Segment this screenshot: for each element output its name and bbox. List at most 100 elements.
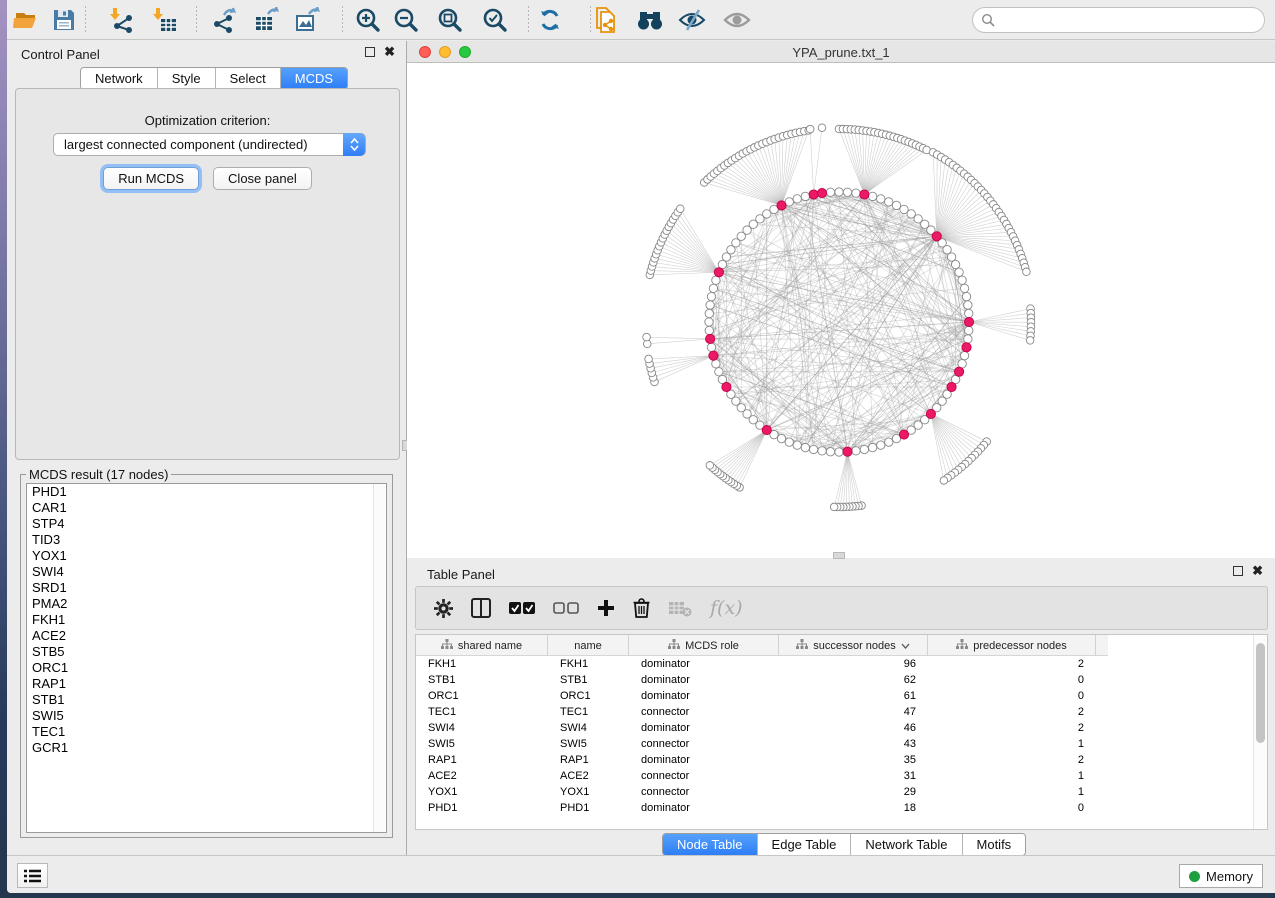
tab-edge-table[interactable]: Edge Table [758, 834, 852, 855]
control-panel-title: Control Panel [21, 47, 100, 62]
tab-select[interactable]: Select [216, 68, 281, 89]
tab-motifs[interactable]: Motifs [963, 834, 1026, 855]
select-all-rows-button[interactable] [509, 602, 535, 615]
table-row[interactable]: YOX1YOX1connector291 [416, 784, 1253, 800]
export-table-button[interactable] [251, 5, 283, 35]
zoom-in-icon [355, 7, 381, 33]
tab-network[interactable]: Network [81, 68, 158, 89]
delete-table-button[interactable] [668, 599, 692, 617]
table-cell: ACE2 [416, 768, 548, 784]
mcds-result-item[interactable]: ACE2 [27, 628, 386, 644]
mcds-result-item[interactable]: STP4 [27, 516, 386, 532]
tab-style[interactable]: Style [158, 68, 216, 89]
show-all-button[interactable] [721, 5, 753, 35]
mcds-result-item[interactable]: STB1 [27, 692, 386, 708]
table-row[interactable]: FKH1FKH1dominator962 [416, 656, 1253, 672]
table-cell: dominator [629, 656, 779, 672]
mcds-result-item[interactable]: ORC1 [27, 660, 386, 676]
mcds-result-item[interactable]: STB5 [27, 644, 386, 660]
tab-network-table[interactable]: Network Table [851, 834, 962, 855]
table-cell: 0 [928, 672, 1096, 688]
mcds-result-item[interactable]: GCR1 [27, 740, 386, 756]
import-network-button[interactable] [106, 5, 138, 35]
mcds-result-item[interactable]: FKH1 [27, 612, 386, 628]
trash-icon [633, 598, 650, 618]
import-table-button[interactable] [149, 5, 181, 35]
save-session-button[interactable] [48, 5, 80, 35]
open-file-button[interactable] [11, 5, 43, 35]
table-row[interactable]: ORC1ORC1dominator610 [416, 688, 1253, 704]
network-view-canvas[interactable] [407, 63, 1275, 558]
zoom-out-button[interactable] [390, 5, 422, 35]
zoom-selected-icon [482, 7, 508, 33]
table-cell: ORC1 [416, 688, 548, 704]
show-columns-button[interactable] [471, 598, 491, 618]
mcds-result-list[interactable]: PHD1CAR1STP4TID3YOX1SWI4SRD1PMA2FKH1ACE2… [26, 483, 387, 833]
close-panel-icon[interactable]: ✖ [384, 47, 395, 57]
task-history-button[interactable] [17, 863, 48, 888]
close-panel-button[interactable]: Close panel [213, 167, 312, 190]
network-window-titlebar[interactable]: YPA_prune.txt_1 [407, 41, 1275, 63]
zoom-in-button[interactable] [352, 5, 384, 35]
table-row[interactable]: SWI4SWI4dominator462 [416, 720, 1253, 736]
network-graph[interactable] [407, 63, 1275, 558]
hide-selected-button[interactable] [676, 5, 708, 35]
column-type-icon [441, 639, 453, 653]
first-neighbors-button[interactable] [591, 5, 623, 35]
column-header-successor-nodes[interactable]: successor nodes [779, 635, 928, 656]
mcds-result-item[interactable]: SWI4 [27, 564, 386, 580]
mcds-result-item[interactable]: PMA2 [27, 596, 386, 612]
table-cell: STB1 [548, 672, 629, 688]
table-row[interactable]: STB1STB1dominator620 [416, 672, 1253, 688]
export-network-button[interactable] [209, 5, 241, 35]
mcds-result-item[interactable]: TID3 [27, 532, 386, 548]
float-panel-icon[interactable] [1233, 566, 1243, 576]
tab-mcds[interactable]: MCDS [281, 68, 347, 89]
mcds-result-item[interactable]: YOX1 [27, 548, 386, 564]
zoom-fit-button[interactable] [434, 5, 466, 35]
search-input[interactable] [999, 10, 1256, 30]
mcds-result-item[interactable]: RAP1 [27, 676, 386, 692]
find-button[interactable] [634, 5, 666, 35]
dropdown-stepper-icon [343, 133, 365, 156]
deselect-all-rows-button[interactable] [553, 602, 579, 615]
mcds-result-item[interactable]: TEC1 [27, 724, 386, 740]
table-cell: PHD1 [548, 800, 629, 816]
eye-slash-icon [678, 8, 706, 32]
mcds-result-item[interactable]: SRD1 [27, 580, 386, 596]
column-header-predecessor-nodes[interactable]: predecessor nodes [928, 635, 1096, 656]
close-panel-icon[interactable]: ✖ [1252, 566, 1263, 576]
column-header-MCDS-role[interactable]: MCDS role [629, 635, 779, 656]
delete-column-button[interactable] [633, 598, 650, 618]
table-row[interactable]: PHD1PHD1dominator180 [416, 800, 1253, 816]
create-column-button[interactable] [597, 599, 615, 617]
table-cell: 1 [928, 736, 1096, 752]
mcds-result-item[interactable]: PHD1 [27, 484, 386, 500]
criterion-dropdown[interactable]: largest connected component (undirected) [53, 133, 366, 156]
table-settings-button[interactable] [434, 599, 453, 618]
scrollbar-track[interactable] [373, 484, 386, 832]
table-cell: YOX1 [416, 784, 548, 800]
table-scrollbar-track[interactable] [1253, 635, 1267, 829]
float-panel-icon[interactable] [365, 47, 375, 57]
column-header-name[interactable]: name [548, 635, 629, 656]
run-mcds-button[interactable]: Run MCDS [103, 167, 199, 190]
search-field[interactable] [972, 7, 1265, 33]
refresh-button[interactable] [534, 5, 566, 35]
zoom-selected-button[interactable] [479, 5, 511, 35]
splitter-handle[interactable] [833, 552, 845, 559]
memory-button[interactable]: Memory [1179, 864, 1263, 888]
tab-node-table[interactable]: Node Table [663, 834, 758, 855]
column-header-shared-name[interactable]: shared name [416, 635, 548, 656]
table-row[interactable]: RAP1RAP1dominator352 [416, 752, 1253, 768]
function-builder-button[interactable]: f(x) [710, 597, 743, 619]
mcds-result-item[interactable]: SWI5 [27, 708, 386, 724]
table-row[interactable]: SWI5SWI5connector431 [416, 736, 1253, 752]
table-row[interactable]: TEC1TEC1connector472 [416, 704, 1253, 720]
optimization-criterion-label: Optimization criterion: [16, 113, 399, 128]
table-cell: 2 [928, 704, 1096, 720]
table-row[interactable]: ACE2ACE2connector311 [416, 768, 1253, 784]
table-scrollbar-thumb[interactable] [1256, 643, 1265, 743]
mcds-result-item[interactable]: CAR1 [27, 500, 386, 516]
export-image-button[interactable] [292, 5, 324, 35]
